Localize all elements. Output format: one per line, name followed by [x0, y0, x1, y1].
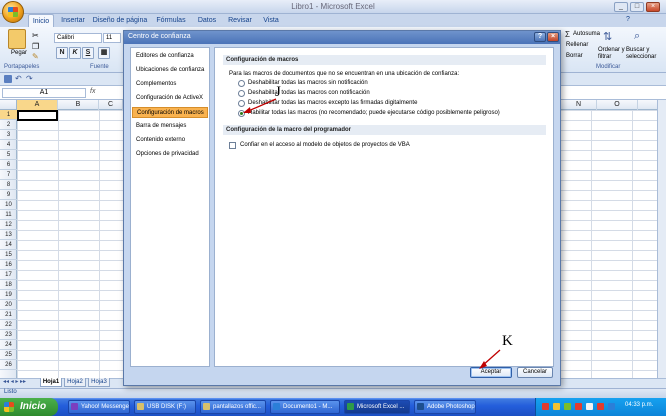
tray-bluetooth-icon[interactable]: [608, 403, 615, 410]
windows-logo-icon: [4, 402, 14, 412]
photoshop-icon: [417, 403, 424, 410]
excel-icon: [347, 403, 354, 410]
tray-messenger-icon[interactable]: [564, 403, 571, 410]
messenger-icon: [71, 403, 78, 410]
tray-antivirus-icon[interactable]: [542, 403, 549, 410]
folder-icon: [203, 403, 210, 410]
taskbar-item-documento1[interactable]: Documento1 - M...: [270, 400, 340, 414]
tray-network-icon[interactable]: [553, 403, 560, 410]
office-logo-icon: [8, 7, 18, 17]
annotation-arrows: [243, 98, 501, 369]
annotation-k: K: [502, 333, 513, 349]
taskbar-clock[interactable]: 04:33 p.m.: [625, 402, 653, 408]
arrow-j-head: [243, 107, 251, 113]
tray-volume-icon[interactable]: [586, 403, 593, 410]
word-icon: [273, 403, 280, 410]
tray-alert-icon[interactable]: [575, 403, 582, 410]
folder-icon: [137, 403, 144, 410]
office-button[interactable]: [2, 1, 24, 23]
tray-update-icon[interactable]: [597, 403, 604, 410]
